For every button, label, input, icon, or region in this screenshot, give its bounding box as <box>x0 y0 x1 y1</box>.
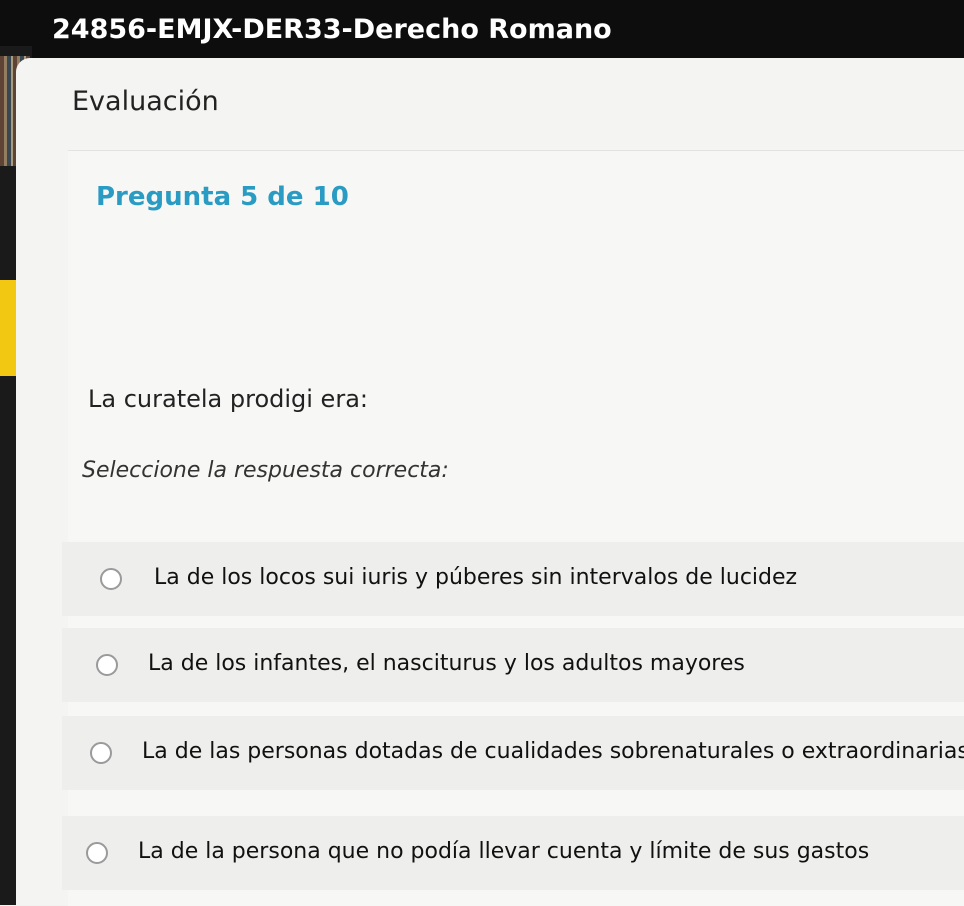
question-text: La curatela prodigi era: <box>88 385 368 413</box>
answer-option-1[interactable]: La de los locos sui iuris y púberes sin … <box>62 542 964 616</box>
answer-instruction: Seleccione la respuesta correcta: <box>82 458 449 483</box>
answer-option-3[interactable]: La de las personas dotadas de cualidades… <box>62 716 964 790</box>
answer-option-label: La de los infantes, el nasciturus y los … <box>148 651 745 676</box>
answer-option-2[interactable]: La de los infantes, el nasciturus y los … <box>62 628 964 702</box>
course-header: 24856-EMJX-DER33-Derecho Romano <box>0 0 964 62</box>
answer-option-label: La de las personas dotadas de cualidades… <box>142 739 964 764</box>
page-title: Evaluación <box>72 86 219 117</box>
radio-button-icon[interactable] <box>86 842 108 864</box>
radio-button-icon[interactable] <box>90 742 112 764</box>
question-card <box>68 150 964 906</box>
question-counter: Pregunta 5 de 10 <box>96 182 349 212</box>
radio-button-icon[interactable] <box>96 654 118 676</box>
course-title: 24856-EMJX-DER33-Derecho Romano <box>52 14 612 45</box>
answer-option-label: La de los locos sui iuris y púberes sin … <box>154 565 798 590</box>
sidebar-toggle-tab[interactable] <box>0 280 16 376</box>
answer-option-label: La de la persona que no podía llevar cue… <box>138 839 870 864</box>
radio-button-icon[interactable] <box>100 568 122 590</box>
answer-option-4[interactable]: La de la persona que no podía llevar cue… <box>62 816 964 890</box>
